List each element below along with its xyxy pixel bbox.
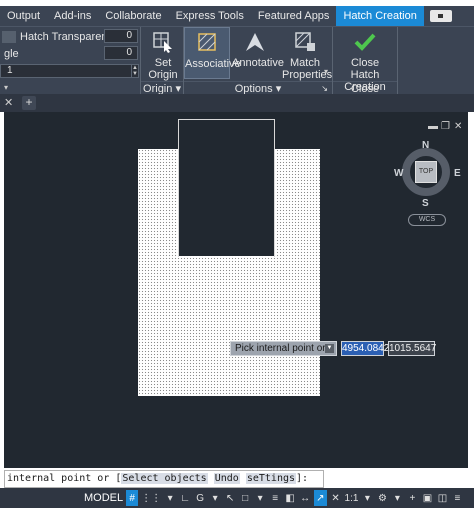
grid-icon[interactable]: #: [126, 490, 139, 506]
scale-dropdown-icon[interactable]: ▾: [361, 490, 373, 506]
restore-icon[interactable]: ❐: [441, 121, 450, 132]
checkmark-icon: [334, 27, 396, 57]
command-line[interactable]: internal point or [Select objects Undo s…: [4, 470, 324, 488]
annotative-icon: [232, 27, 278, 57]
angle-input[interactable]: 0: [104, 46, 138, 60]
command-suffix: ]:: [296, 473, 309, 484]
angle-label: gle: [4, 47, 19, 60]
close-panel-label: Close: [333, 81, 397, 95]
object-snap-icon[interactable]: □: [239, 490, 251, 506]
associative-button[interactable]: Associative: [184, 27, 241, 79]
boundary-outline[interactable]: [178, 119, 275, 257]
undo-option[interactable]: Undo: [213, 473, 240, 484]
file-tab-strip: ✕ +: [0, 94, 474, 112]
polar-icon[interactable]: G: [194, 490, 206, 506]
compass-west[interactable]: W: [394, 168, 403, 179]
match-properties-label: Match Properties: [282, 57, 333, 81]
units-icon[interactable]: ▣: [421, 490, 433, 506]
quick-properties-icon[interactable]: ◫: [436, 490, 448, 506]
minimize-icon[interactable]: ▬: [428, 121, 438, 132]
isodraft-icon[interactable]: ↖: [224, 490, 236, 506]
set-origin-button[interactable]: Set Origin: [144, 27, 182, 81]
compass-east[interactable]: E: [454, 168, 461, 179]
tab-featured-apps[interactable]: Featured Apps: [251, 6, 337, 26]
auto-scale-icon[interactable]: ✕: [330, 490, 342, 506]
properties-dropdown-icon[interactable]: ▾: [4, 83, 8, 92]
match-properties-icon: [282, 27, 328, 57]
coordinate-y-input[interactable]: 1015.5647: [388, 341, 436, 356]
associative-icon: [185, 28, 229, 58]
transparency-icon: [2, 30, 16, 43]
match-properties-button[interactable]: Match Properties: [282, 27, 333, 81]
select-objects-option[interactable]: Select objects: [121, 473, 208, 484]
close-viewport-icon[interactable]: ✕: [454, 121, 462, 132]
prompt-text: Pick internal point or: [235, 343, 326, 354]
settings-option[interactable]: seTtings: [245, 473, 297, 484]
dynamic-input-prompt: Pick internal point or ▼: [230, 341, 337, 356]
options-panel-label[interactable]: Options ▾ ↘: [184, 81, 332, 95]
divider: [397, 27, 398, 95]
ortho-icon[interactable]: ∟: [179, 490, 191, 506]
tab-hatch-creation[interactable]: Hatch Creation: [336, 6, 424, 26]
compass-south[interactable]: S: [422, 198, 429, 209]
lineweight-icon[interactable]: ≡: [269, 490, 281, 506]
tab-express-tools[interactable]: Express Tools: [169, 6, 251, 26]
set-origin-icon: [144, 27, 182, 57]
drawing-canvas[interactable]: ▬ ❐ ✕ TOP N S E W WCS Pick internal poin…: [4, 112, 468, 468]
annotation-monitor-icon[interactable]: +: [406, 490, 418, 506]
command-prefix: internal point or [: [7, 473, 122, 484]
set-origin-label: Set Origin: [148, 57, 178, 81]
match-properties-dropdown-icon[interactable]: ▾: [324, 67, 328, 76]
annotation-visibility-icon[interactable]: ↗: [314, 490, 327, 506]
tab-add-ins[interactable]: Add-ins: [47, 6, 98, 26]
workspace-dropdown-icon[interactable]: ▾: [391, 490, 403, 506]
viewcube[interactable]: TOP N S E W WCS: [392, 138, 462, 228]
ribbon-toggle-icon[interactable]: [429, 10, 452, 22]
transparency-icon[interactable]: ◧: [284, 490, 296, 506]
snap-dropdown-icon[interactable]: ▾: [164, 490, 176, 506]
new-tab-icon[interactable]: +: [22, 96, 36, 110]
osnap-dropdown-icon[interactable]: ▾: [254, 490, 266, 506]
wcs-menu[interactable]: WCS: [408, 214, 446, 226]
model-space-button[interactable]: MODEL: [84, 492, 123, 504]
tab-collaborate[interactable]: Collaborate: [98, 6, 168, 26]
status-bar: MODEL # ⋮⋮ ▾ ∟ G ▾ ↖ □ ▾ ≡ ◧ ↔ ↗ ✕ 1:1 ▾…: [0, 488, 474, 508]
snap-icon[interactable]: ⋮⋮: [141, 490, 161, 506]
ribbon-tab-bar: Output Add-ins Collaborate Express Tools…: [0, 6, 474, 26]
angle-row: gle: [0, 46, 19, 61]
customize-menu-icon[interactable]: ≡: [451, 490, 463, 506]
scale-input[interactable]: 1: [0, 64, 132, 78]
workspace-gear-icon[interactable]: ⚙: [376, 490, 388, 506]
annotative-button[interactable]: Annotative: [232, 27, 284, 69]
ribbon-panel: Hatch Transparency 0 gle 0 1 ▲ ▼ ▾ Set Or…: [0, 26, 474, 95]
close-tab-icon[interactable]: ✕: [4, 96, 13, 109]
annotation-scale-label[interactable]: 1:1: [345, 490, 359, 506]
coordinate-x-input[interactable]: 4954.0842: [341, 341, 389, 356]
viewcube-top-face[interactable]: TOP: [415, 161, 437, 183]
prompt-options-icon[interactable]: ▼: [325, 344, 334, 353]
annotative-label: Annotative: [232, 57, 284, 69]
scale-spinner-icon[interactable]: ▲ ▼: [131, 64, 139, 78]
polar-dropdown-icon[interactable]: ▾: [209, 490, 221, 506]
tab-output[interactable]: Output: [0, 6, 47, 26]
origin-panel-label[interactable]: Origin ▾: [141, 81, 183, 95]
selection-cycling-icon[interactable]: ↔: [299, 490, 311, 506]
hatch-transparency-row: Hatch Transparency: [0, 29, 118, 44]
compass-north[interactable]: N: [422, 140, 429, 151]
associative-label: Associative: [185, 58, 241, 70]
hatch-transparency-input[interactable]: 0: [104, 29, 138, 43]
